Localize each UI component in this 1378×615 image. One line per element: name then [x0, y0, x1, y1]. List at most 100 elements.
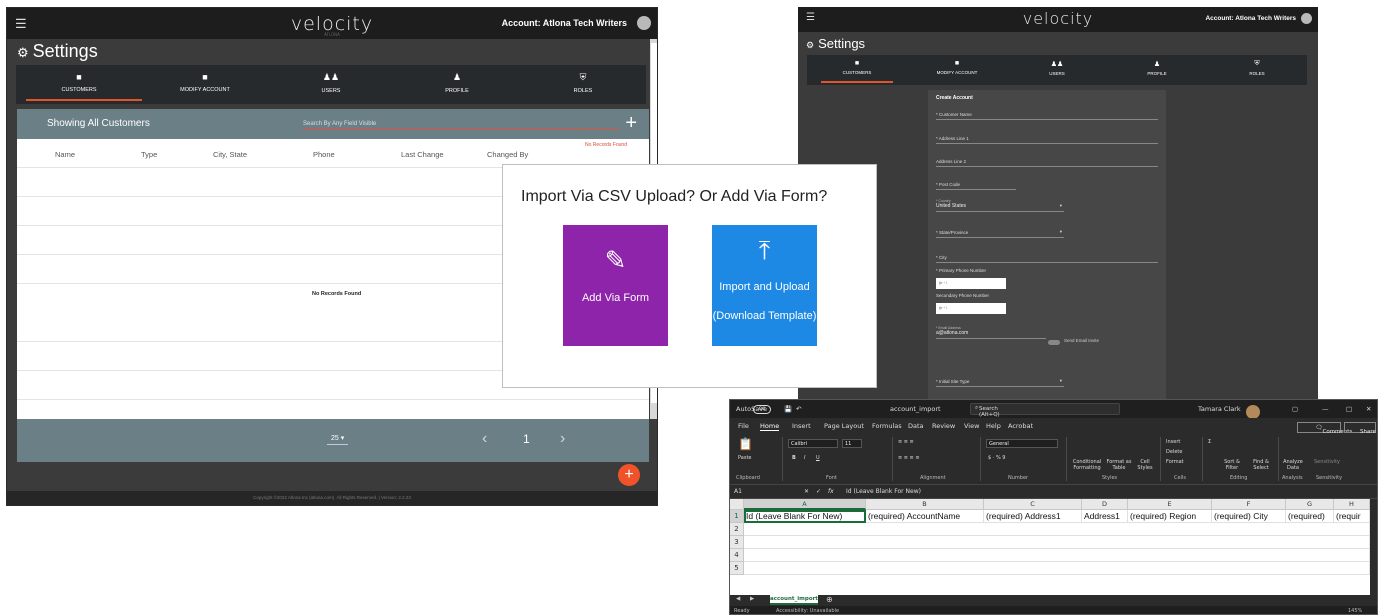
- cell-c1[interactable]: (required) Address1: [984, 510, 1082, 523]
- format-as-table-button[interactable]: Format as Table: [1106, 459, 1132, 471]
- sensitivity-button[interactable]: Sensitivity: [1310, 459, 1344, 465]
- accessibility-status[interactable]: Accessibility: Unavailable: [776, 608, 839, 614]
- search-input[interactable]: ⌕ Search (Alt+Q): [970, 403, 1120, 418]
- sort-filter-button[interactable]: Sort & Filter: [1218, 459, 1246, 471]
- underline-icon[interactable]: U: [816, 455, 820, 461]
- sheet-prev-icon[interactable]: ◀: [736, 596, 740, 602]
- cell-b1[interactable]: (required) AccountName: [866, 510, 984, 523]
- cell-h1[interactable]: (requir: [1334, 510, 1370, 523]
- close-icon[interactable]: ✕: [1366, 405, 1371, 413]
- col-header-c[interactable]: C: [984, 499, 1082, 510]
- col-header-h[interactable]: H: [1334, 499, 1370, 510]
- cell-g1[interactable]: (required): [1286, 510, 1334, 523]
- cancel-icon[interactable]: ✕: [804, 488, 809, 495]
- tab-users[interactable]: ♟♟ USERS: [1007, 55, 1107, 85]
- tab-profile[interactable]: ♟ PROFILE: [394, 65, 520, 104]
- col-last-change[interactable]: Last Change: [401, 150, 444, 159]
- post-code-field[interactable]: * Post Code: [936, 182, 1016, 190]
- analyze-data-button[interactable]: Analyze Data: [1282, 459, 1304, 471]
- maximize-icon[interactable]: □: [1346, 405, 1352, 413]
- row-header-2[interactable]: 2: [730, 523, 744, 536]
- tab-data[interactable]: Data: [908, 422, 924, 430]
- address1-field[interactable]: * Address Line 1: [936, 136, 1158, 144]
- email-field[interactable]: * Email Address a@atlona.com: [936, 326, 1046, 339]
- sheet-tab[interactable]: account_import: [770, 595, 818, 605]
- autosave-toggle[interactable]: Off: [753, 405, 771, 414]
- page-number[interactable]: 1: [523, 432, 530, 446]
- row-header-4[interactable]: 4: [730, 549, 744, 562]
- find-select-button[interactable]: Find & Select: [1248, 459, 1274, 471]
- row-5[interactable]: [744, 562, 1370, 575]
- col-header-f[interactable]: F: [1212, 499, 1286, 510]
- col-changed-by[interactable]: Changed By: [487, 150, 528, 159]
- ribbon-display-icon[interactable]: ▢: [1292, 405, 1298, 413]
- file-name[interactable]: account_import: [890, 405, 941, 413]
- chevron-left-icon[interactable]: ‹: [482, 430, 487, 448]
- paste-icon[interactable]: 📋: [738, 437, 753, 451]
- insert-cells-button[interactable]: Insert: [1166, 439, 1180, 445]
- customer-name-field[interactable]: * Customer Name: [936, 112, 1158, 120]
- row-4[interactable]: [744, 549, 1370, 562]
- avatar[interactable]: [1246, 405, 1260, 419]
- tab-roles[interactable]: ⛨ ROLES: [1207, 55, 1307, 85]
- tab-customers[interactable]: ■ CUSTOMERS: [807, 55, 907, 85]
- primary-phone-input[interactable]: ▮▾ +1: [936, 278, 1006, 289]
- font-size-select[interactable]: 11: [842, 439, 862, 448]
- add-button[interactable]: +: [618, 464, 640, 486]
- col-type[interactable]: Type: [141, 150, 157, 159]
- import-upload-button[interactable]: ⤒ Import and Upload (Download Template): [712, 225, 817, 346]
- select-all[interactable]: [730, 499, 744, 510]
- cell-f1[interactable]: (required) City: [1212, 510, 1286, 523]
- autosum-icon[interactable]: Σ: [1208, 439, 1211, 445]
- address2-field[interactable]: Address Line 2: [936, 159, 1158, 167]
- add-via-form-button[interactable]: ✎ Add Via Form: [563, 225, 668, 346]
- row-2[interactable]: [744, 523, 1370, 536]
- tab-roles[interactable]: ⛨ ROLES: [520, 65, 646, 104]
- tab-formulas[interactable]: Formulas: [872, 422, 902, 430]
- menu-icon[interactable]: ☰: [806, 12, 815, 23]
- col-name[interactable]: Name: [55, 150, 75, 159]
- currency-icon[interactable]: $ · % 9: [988, 455, 1005, 461]
- tab-modify-account[interactable]: ■ MODIFY ACCOUNT: [907, 55, 1007, 85]
- undo-icon[interactable]: ↶: [796, 405, 801, 413]
- site-type-select[interactable]: * Initial Site Type ▾: [936, 378, 1064, 387]
- cell-a1[interactable]: Id (Leave Blank For New): [744, 510, 866, 523]
- italic-icon[interactable]: I: [804, 455, 805, 461]
- col-city-state[interactable]: City, State: [213, 150, 247, 159]
- zoom-level[interactable]: 145%: [1348, 608, 1362, 614]
- save-icon[interactable]: 💾: [784, 405, 792, 413]
- format-cells-button[interactable]: Format: [1166, 459, 1184, 465]
- align-row-icon[interactable]: ≡ ≡ ≡ ≡: [898, 455, 920, 461]
- col-phone[interactable]: Phone: [313, 150, 335, 159]
- avatar[interactable]: [1301, 13, 1312, 24]
- add-icon[interactable]: +: [625, 112, 637, 135]
- tab-users[interactable]: ♟♟ USERS: [268, 65, 394, 104]
- tab-customers[interactable]: ■ CUSTOMERS: [16, 65, 142, 104]
- city-field[interactable]: * City: [936, 255, 1158, 263]
- row-header-1[interactable]: 1: [730, 510, 744, 523]
- spreadsheet-grid[interactable]: A B C D E F G H 1 2 3 4 5 Id (Leave Blan…: [730, 499, 1370, 595]
- font-select[interactable]: Calibri: [788, 439, 838, 448]
- sheet-next-icon[interactable]: ▶: [750, 596, 754, 602]
- tab-modify-account[interactable]: ■ MODIFY ACCOUNT: [142, 65, 268, 104]
- check-icon[interactable]: ✓: [816, 488, 821, 495]
- tab-acrobat[interactable]: Acrobat: [1008, 422, 1033, 430]
- state-select[interactable]: * State/Province ▾: [936, 229, 1064, 238]
- col-header-d[interactable]: D: [1082, 499, 1128, 510]
- comments-button[interactable]: 🗨 Comments: [1297, 422, 1352, 435]
- col-header-g[interactable]: G: [1286, 499, 1334, 510]
- chevron-right-icon[interactable]: ›: [560, 430, 565, 448]
- bold-icon[interactable]: B: [792, 455, 796, 461]
- formula-input[interactable]: Id (Leave Blank For New): [846, 488, 921, 495]
- row-3[interactable]: [744, 536, 1370, 549]
- row-header-3[interactable]: 3: [730, 536, 744, 549]
- secondary-phone-input[interactable]: ▮▾ +1: [936, 303, 1006, 314]
- menu-icon[interactable]: ☰: [15, 16, 27, 32]
- add-sheet-icon[interactable]: ⊕: [826, 595, 833, 604]
- tab-home[interactable]: Home: [760, 422, 780, 431]
- tab-review[interactable]: Review: [932, 422, 955, 430]
- col-header-b[interactable]: B: [866, 499, 984, 510]
- tab-view[interactable]: View: [964, 422, 979, 430]
- share-button[interactable]: Share: [1344, 422, 1376, 435]
- minimize-icon[interactable]: —: [1322, 405, 1329, 413]
